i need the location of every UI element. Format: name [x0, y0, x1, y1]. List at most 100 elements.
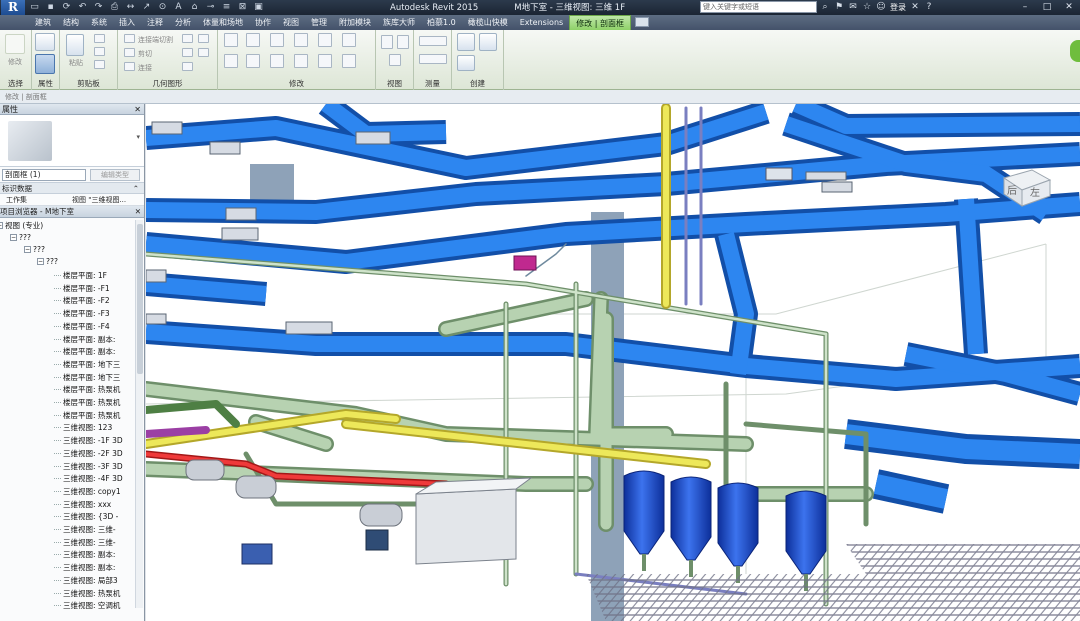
communication-icon[interactable]: ✉ [848, 2, 858, 13]
tree-item-view[interactable]: 楼层平面: -F4 [54, 320, 110, 333]
undo-icon[interactable]: ↶ [76, 1, 89, 13]
mirror-axis-icon[interactable] [270, 33, 284, 47]
search-input[interactable]: 键入关键字或短语 [700, 1, 817, 13]
tree-item-view[interactable]: 三维视图: 副本: [53, 548, 115, 561]
favorites-icon[interactable]: ☆ [862, 2, 872, 13]
tab-12[interactable]: 柏慕1.0 [421, 15, 462, 30]
open-icon[interactable]: ▭ [28, 1, 41, 13]
split-gap-icon[interactable] [342, 33, 356, 47]
water-vessel[interactable] [717, 482, 759, 583]
paint-icon[interactable] [182, 62, 193, 71]
split-icon[interactable] [318, 33, 332, 47]
match-type-icon[interactable] [94, 60, 105, 69]
cope-icon[interactable] [124, 34, 135, 43]
tree-item-view[interactable]: 楼层平面: -F2 [54, 294, 110, 307]
tree-item-view[interactable]: 三维视图: 123 [53, 421, 112, 434]
linework-icon[interactable] [389, 54, 401, 66]
tag-icon[interactable]: ⊙ [156, 1, 169, 13]
tab-9[interactable]: 管理 [305, 15, 333, 30]
tab-7[interactable]: 协作 [249, 15, 277, 30]
minimize-icon[interactable]: – [1014, 0, 1036, 14]
collapse-icon[interactable]: − [37, 258, 44, 265]
tree-node-l2[interactable]: −??? [24, 244, 45, 256]
tree-node-views[interactable]: −视图 (专业) [0, 220, 43, 232]
tree-item-view[interactable]: 三维视图: -2F 3D [54, 447, 123, 460]
edit-type-button[interactable]: 编辑类型 [90, 169, 140, 181]
copy-elem-icon[interactable] [246, 54, 260, 68]
tab-10[interactable]: 附加模块 [333, 15, 377, 30]
tab-4[interactable]: 注释 [141, 15, 169, 30]
tree-item-view[interactable]: 楼层平面: 地下三 [53, 371, 120, 384]
tree-item-view[interactable]: 三维视图: 空调机 [53, 599, 120, 612]
tab-8[interactable]: 视图 [277, 15, 305, 30]
sync-icon[interactable]: ⟳ [60, 1, 73, 13]
rotate-icon[interactable] [270, 54, 284, 68]
tab-2[interactable]: 系统 [85, 15, 113, 30]
tab-15[interactable]: 修改 | 剖面框 [569, 15, 631, 30]
create-assembly-icon[interactable] [479, 33, 497, 51]
align-icon[interactable] [224, 33, 238, 47]
tree-item-view[interactable]: 三维视图: 副本: [53, 561, 115, 574]
tree-node-l3[interactable]: −??? [37, 256, 58, 268]
tree-item-view[interactable]: 三维视图: -4F 3D [54, 472, 123, 485]
3d-viewport[interactable]: 后 左 [146, 104, 1080, 621]
type-selector-dropdown[interactable]: ▾ [136, 133, 140, 141]
paste-icon[interactable] [66, 34, 84, 56]
mirror-draw-icon[interactable] [294, 33, 308, 47]
tree-item-view[interactable]: 三维视图: -1F 3D [54, 434, 123, 447]
help-icon[interactable]: ? [924, 2, 934, 13]
tree-item-view[interactable]: 楼层平面: 1F [54, 269, 107, 282]
close-icon[interactable]: ✕ [1058, 0, 1080, 14]
tree-item-view[interactable]: 三维视图: 三维- [54, 536, 116, 549]
property-category[interactable]: 标识数据 ⌃ [0, 183, 144, 194]
ribbon-display-toggle-icon[interactable] [634, 17, 649, 27]
cut-geometry-icon[interactable] [124, 48, 135, 57]
create-group-icon[interactable] [457, 33, 475, 51]
tree-scrollbar[interactable] [135, 220, 143, 608]
tab-11[interactable]: 族库大师 [377, 15, 421, 30]
tree-item-view[interactable]: 三维视图: {3D - [53, 510, 118, 523]
remove-paint-icon[interactable] [198, 48, 209, 57]
tree-item-view[interactable]: 楼层平面: -F1 [54, 282, 110, 295]
tree-item-view[interactable]: 三维视图: 局部3 [54, 574, 118, 587]
tree-item-view[interactable]: 三维视图: -3F 3D [54, 460, 123, 473]
viewcube-icon[interactable]: 后 左 [998, 164, 1054, 208]
subscription-icon[interactable]: ⚑ [834, 2, 844, 13]
tree-item-view[interactable]: 楼层平面: 热泵机 [53, 409, 120, 422]
modify-cursor-icon[interactable] [5, 34, 25, 54]
dimension-icon[interactable]: ↗ [140, 1, 153, 13]
collapse-icon[interactable]: − [10, 234, 17, 241]
tab-6[interactable]: 体量和场地 [197, 15, 249, 30]
aligned-dimension-icon[interactable] [419, 54, 447, 64]
collapse-icon[interactable]: − [24, 246, 31, 253]
property-value[interactable]: 视图 "三维视图... [66, 194, 132, 205]
tree-item-view[interactable]: 三维视图: 热泵机 [53, 587, 120, 600]
text-icon[interactable]: A [172, 1, 185, 13]
tab-13[interactable]: 橄榄山快模 [462, 15, 514, 30]
login-link[interactable]: 登录 [890, 2, 906, 13]
tab-14[interactable]: Extensions [514, 15, 569, 30]
section-icon[interactable]: ⊸ [204, 1, 217, 13]
user-icon[interactable]: ☺ [876, 2, 886, 13]
scale-icon[interactable] [342, 54, 356, 68]
array-icon[interactable] [318, 54, 332, 68]
split-face-icon[interactable] [182, 48, 193, 57]
tree-item-view[interactable]: 楼层平面: 热泵机 [53, 396, 120, 409]
tab-0[interactable]: 建筑 [29, 15, 57, 30]
wall-joins-icon[interactable] [182, 34, 193, 43]
copy-icon[interactable] [94, 47, 105, 56]
scrollbar-thumb[interactable] [137, 224, 143, 374]
type-properties-icon[interactable] [35, 33, 55, 51]
override-graphics-icon[interactable] [397, 35, 409, 49]
tree-item-view[interactable]: 三维视图: 三维- [54, 523, 116, 536]
demolish-icon[interactable] [198, 34, 209, 43]
exchange-icon[interactable]: ✕ [910, 2, 920, 13]
tab-1[interactable]: 结构 [57, 15, 85, 30]
properties-icon[interactable] [35, 54, 55, 74]
tree-item-view[interactable]: 楼层平面: 副本: [53, 345, 115, 358]
measure-icon[interactable]: ↔ [124, 1, 137, 13]
measure-tool-icon[interactable] [419, 36, 447, 46]
maximize-icon[interactable]: □ [1036, 0, 1058, 14]
close-icon[interactable]: ✕ [134, 104, 141, 115]
move-icon[interactable] [224, 54, 238, 68]
